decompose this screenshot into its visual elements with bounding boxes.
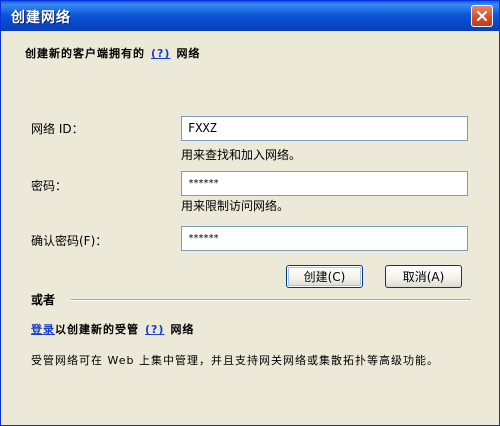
login-line: 登录以创建新的受管 (?) 网络 [31, 321, 194, 337]
intro-text: 创建新的客户端拥有的 [25, 47, 145, 60]
managed-network-text: 网络 [170, 323, 195, 336]
create-network-dialog: 创建网络 创建新的客户端拥有的 (?) 网络 网络 ID： FXXZ 用来查找和加入… [0, 0, 500, 426]
password-input[interactable]: ****** [181, 171, 468, 196]
confirm-password-label: 确认密码(F)： [31, 234, 108, 248]
section-divider [71, 299, 471, 301]
network-id-input[interactable]: FXXZ [181, 116, 468, 141]
title-bar[interactable]: 创建网络 [1, 1, 499, 31]
password-label: 密码： [31, 179, 68, 193]
intro-network-text: 网络 [176, 47, 201, 60]
network-id-label: 网络 ID： [31, 122, 84, 136]
close-button[interactable] [471, 5, 493, 27]
managed-network-description: 受管网络可在 Web 上集中管理，并且支持网关网络或集散拓扑等高级功能。 [31, 354, 439, 367]
login-link[interactable]: 登录 [31, 323, 55, 336]
intro-help-link[interactable]: (?) [151, 47, 170, 60]
create-button[interactable]: 创建(C) [286, 265, 363, 288]
close-icon [476, 7, 488, 26]
password-hint: 用来限制访问网络。 [181, 199, 290, 213]
window-title: 创建网络 [11, 10, 71, 26]
intro-line: 创建新的客户端拥有的 (?) 网络 [25, 45, 200, 61]
cancel-button[interactable]: 取消(A) [385, 265, 462, 288]
login-middle-text: 以创建新的受管 [55, 323, 139, 336]
managed-help-link[interactable]: (?) [145, 323, 164, 336]
network-id-hint: 用来查找和加入网络。 [181, 148, 302, 162]
or-section-title: 或者 [31, 293, 56, 307]
confirm-password-input[interactable]: ****** [181, 226, 468, 251]
